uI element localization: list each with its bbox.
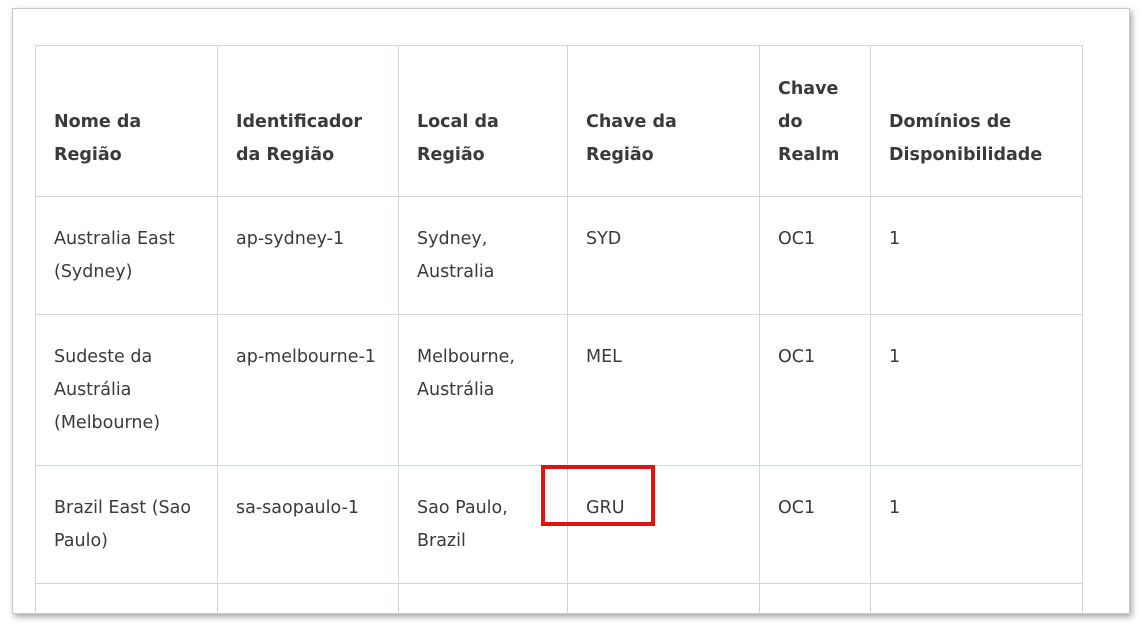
header-realm-key: Chave do Realm xyxy=(759,45,871,197)
cell-realm-key: OC1 xyxy=(759,314,871,466)
header-region-identifier: Identificador da Região xyxy=(217,45,399,197)
cell-realm-key: OC1 xyxy=(759,465,871,584)
header-availability-domains: Domínios de Disponibilidade xyxy=(870,45,1083,197)
cell-region-location: Sao Paulo, Brazil xyxy=(398,465,568,584)
cell-region-key: MEL xyxy=(567,314,760,466)
cell-realm-key: OC1 xyxy=(759,196,871,315)
cell-empty xyxy=(35,583,218,613)
table-row: Brazil East (Sao Paulo) sa-saopaulo-1 Sa… xyxy=(35,465,1083,584)
cell-empty xyxy=(567,583,760,613)
cell-empty xyxy=(398,583,568,613)
cell-empty xyxy=(870,583,1083,613)
cell-availability-domains: 1 xyxy=(870,196,1083,315)
cell-region-key: SYD xyxy=(567,196,760,315)
cell-region-key-highlighted: GRU xyxy=(567,465,760,584)
cell-region-location: Sydney, Australia xyxy=(398,196,568,315)
header-region-name: Nome da Região xyxy=(35,45,218,197)
cell-region-identifier: sa-saopaulo-1 xyxy=(217,465,399,584)
cell-empty xyxy=(759,583,871,613)
cell-availability-domains: 1 xyxy=(870,314,1083,466)
cell-region-name: Brazil East (Sao Paulo) xyxy=(35,465,218,584)
header-region-location: Local da Região xyxy=(398,45,568,197)
cell-availability-domains: 1 xyxy=(870,465,1083,584)
table-header-row: Nome da Região Identificador da Região L… xyxy=(35,45,1083,197)
regions-table: Nome da Região Identificador da Região L… xyxy=(35,45,1083,613)
cell-empty xyxy=(217,583,399,613)
cell-region-identifier: ap-sydney-1 xyxy=(217,196,399,315)
table-row: Australia East (Sydney) ap-sydney-1 Sydn… xyxy=(35,196,1083,315)
cell-region-name: Sudeste da Austrália (Melbourne) xyxy=(35,314,218,466)
document-frame: Nome da Região Identificador da Região L… xyxy=(12,8,1130,614)
cell-region-identifier: ap-melbourne-1 xyxy=(217,314,399,466)
cell-region-name: Australia East (Sydney) xyxy=(35,196,218,315)
table-row-partial xyxy=(35,583,1083,613)
cell-region-location: Melbourne, Austrália xyxy=(398,314,568,466)
table-row: Sudeste da Austrália (Melbourne) ap-melb… xyxy=(35,314,1083,466)
header-region-key: Chave da Região xyxy=(567,45,760,197)
